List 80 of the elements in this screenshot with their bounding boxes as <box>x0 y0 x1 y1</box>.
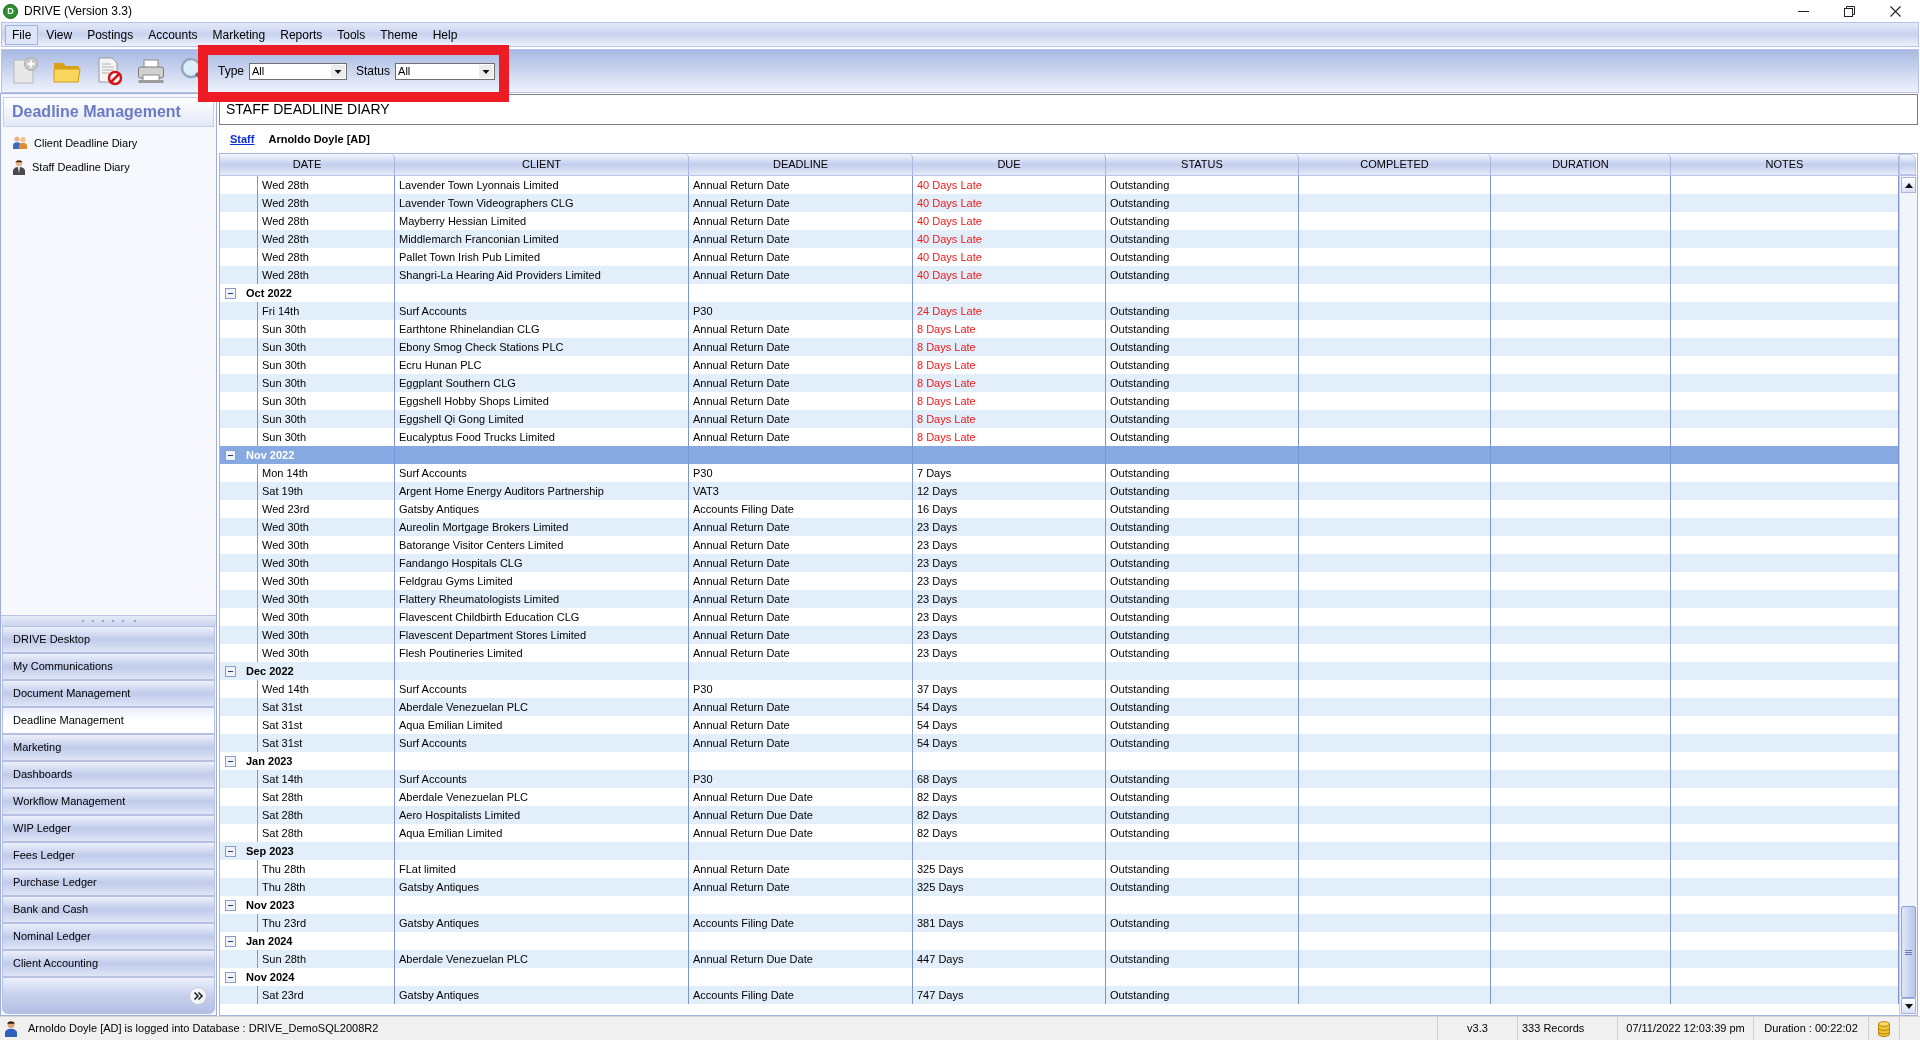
column-header[interactable]: COMPLETED <box>1299 154 1491 175</box>
app-logo: D <box>3 3 18 19</box>
down-arrow-icon <box>1904 1003 1913 1009</box>
column-header[interactable]: CLIENT <box>395 154 689 175</box>
nav-button[interactable]: Deadline Management <box>2 707 215 734</box>
nav-button[interactable]: Purchase Ledger <box>2 869 215 896</box>
database-icon <box>1878 1020 1890 1037</box>
double-chevron-icon[interactable] <box>189 986 207 1005</box>
menu-item[interactable]: Help <box>425 24 465 45</box>
person-icon <box>12 159 26 175</box>
nav-button[interactable]: Marketing <box>2 734 215 761</box>
menu-item[interactable]: Tools <box>330 24 373 45</box>
group-row[interactable]: Dec 2022 <box>220 662 1899 680</box>
date-time: 07/11/2022 12:03:39 pm <box>1617 1017 1753 1040</box>
filter-dropdown[interactable]: All <box>249 62 347 80</box>
nav-button[interactable]: WIP Ledger <box>2 815 215 842</box>
group-label: Dec 2022 <box>246 663 294 679</box>
nav-button[interactable]: My Communications <box>2 653 215 680</box>
nav-button[interactable]: Dashboards <box>2 761 215 788</box>
staff-link[interactable]: Staff <box>230 130 255 148</box>
column-header[interactable]: DURATION <box>1491 154 1671 175</box>
menu-item[interactable]: Accounts <box>141 24 205 45</box>
nav-button[interactable]: Nominal Ledger <box>2 923 215 950</box>
new-document-icon[interactable] <box>10 56 40 86</box>
column-header[interactable]: NOTES <box>1671 154 1899 175</box>
group-label: Oct 2022 <box>246 285 292 301</box>
nav-button[interactable]: Document Management <box>2 680 215 707</box>
up-arrow-icon <box>1904 182 1913 188</box>
column-header[interactable]: DEADLINE <box>689 154 913 175</box>
filter-label: Type <box>218 63 244 80</box>
people-icon <box>12 135 28 151</box>
sidebar-item[interactable]: Client Deadline Diary <box>34 134 138 152</box>
menu-item[interactable]: Reports <box>273 24 330 45</box>
person-icon <box>4 1020 18 1037</box>
nav-button[interactable]: DRIVE Desktop <box>2 626 215 653</box>
group-label: Nov 2022 <box>246 447 295 463</box>
restore-icon <box>1843 5 1855 17</box>
group-label: Jan 2024 <box>246 933 293 949</box>
menu-item[interactable]: File <box>5 24 39 45</box>
menu-item[interactable]: Theme <box>373 24 425 45</box>
close-icon <box>1889 5 1901 17</box>
caret-icon <box>331 64 345 78</box>
nav-button[interactable]: Workflow Management <box>2 788 215 815</box>
nav-button[interactable]: Fees Ledger <box>2 842 215 869</box>
table-cell: 747 Days <box>913 986 1106 1004</box>
window-title: DRIVE (Version 3.3) <box>24 3 133 20</box>
table-cell: Sat 23rd <box>258 986 395 1004</box>
group-label: Sep 2023 <box>246 843 294 859</box>
group-row[interactable]: Sep 2023 <box>220 842 1899 860</box>
menu-item[interactable]: Postings <box>80 24 141 45</box>
scroll-down-button[interactable] <box>1901 998 1916 1014</box>
sidebar-item[interactable]: Staff Deadline Diary <box>32 158 130 176</box>
status-message: Arnoldo Doyle [AD] is logged into Database : DRIVE_DemoSQL2008R2 <box>28 1021 379 1037</box>
caret-icon <box>479 64 494 78</box>
column-header[interactable]: DATE <box>220 154 395 175</box>
column-header[interactable]: STATUS <box>1106 154 1299 175</box>
session-duration: Duration : 00:22:02 <box>1753 1017 1868 1040</box>
table-cell: Gatsby Antiques <box>395 986 689 1004</box>
sidebar-title: Deadline Management <box>3 97 214 127</box>
column-header[interactable]: DUE <box>913 154 1106 175</box>
nav-button[interactable]: Bank and Cash <box>2 896 215 923</box>
group-label: Jan 2023 <box>246 753 293 769</box>
table-cell: Accounts Filing Date <box>689 986 913 1004</box>
grip-icon <box>1905 949 1912 955</box>
group-label: Nov 2024 <box>246 969 295 985</box>
printer-icon[interactable] <box>136 56 166 86</box>
scroll-up-button[interactable] <box>1901 177 1916 193</box>
filter-dropdown[interactable]: All <box>395 62 496 80</box>
menu-item[interactable]: Marketing <box>205 24 273 45</box>
page-title: STAFF DEADLINE DIARY <box>219 94 1918 125</box>
version-label: v3.3 <box>1437 1017 1517 1040</box>
staff-name: Arnoldo Doyle [AD] <box>268 131 370 147</box>
menu-item[interactable]: View <box>39 24 80 45</box>
table-cell: Outstanding <box>1106 986 1299 1004</box>
nav-button[interactable]: Client Accounting <box>2 950 215 977</box>
scrollbar-thumb[interactable] <box>1901 906 1916 998</box>
filter-label: Status <box>356 63 391 80</box>
record-count: 333 Records <box>1517 1017 1617 1040</box>
group-label: Nov 2023 <box>246 897 295 913</box>
minimize-icon <box>1797 10 1809 12</box>
